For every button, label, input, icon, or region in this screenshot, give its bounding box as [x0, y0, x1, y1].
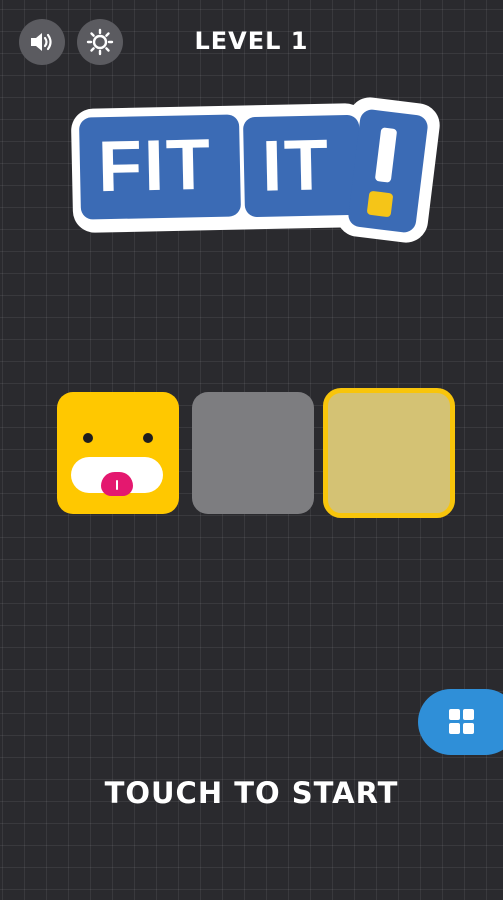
game-logo: FIT IT: [70, 94, 443, 246]
left-eye: [83, 433, 93, 443]
target-slot: [323, 388, 455, 518]
grid-icon-square: [463, 723, 474, 734]
right-eye: [143, 433, 153, 443]
character-block[interactable]: [57, 392, 179, 514]
grid-icon-square: [463, 709, 474, 720]
empty-slot: [192, 392, 314, 514]
logo-exclamation-dot: [366, 190, 394, 218]
character-mouth: [71, 457, 163, 496]
level-title: LEVEL 1: [194, 27, 309, 55]
character-tongue: [101, 472, 133, 496]
level-menu-button[interactable]: [418, 689, 503, 755]
logo-word-fit: FIT: [97, 124, 213, 208]
touch-to-start-prompt[interactable]: TOUCH TO START: [0, 771, 503, 815]
tongue-line: [116, 480, 118, 490]
logo-word-it: IT: [261, 125, 331, 207]
grid-icon-square: [449, 709, 460, 720]
grid-icon-square: [449, 723, 460, 734]
